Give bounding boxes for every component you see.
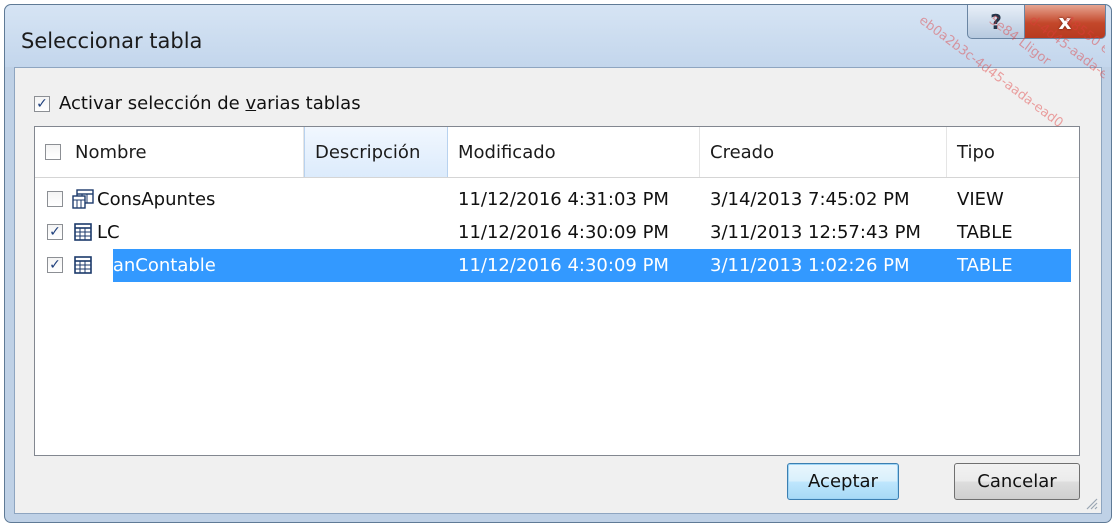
table-row[interactable]: ✓ LC 11/12/2016 4:30:09 PM 3/11/2013 12:… — [35, 216, 1079, 249]
row-modified: 11/12/2016 4:31:03 PM — [458, 189, 669, 210]
table-row[interactable]: ConsApuntes 11/12/2016 4:31:03 PM 3/14/2… — [35, 183, 1079, 216]
row-created: 3/11/2013 12:57:43 PM — [710, 222, 921, 243]
select-all-checkbox[interactable] — [45, 144, 61, 160]
column-header-modified[interactable]: Modificado — [448, 127, 700, 177]
row-modified: 11/12/2016 4:30:09 PM — [458, 222, 669, 243]
resize-grip-icon[interactable] — [1084, 496, 1098, 510]
close-button[interactable]: x — [1024, 5, 1106, 39]
dialog-title: Seleccionar tabla — [21, 29, 203, 53]
column-header-name[interactable]: Nombre — [35, 127, 304, 177]
row-created: 3/11/2013 1:02:26 PM — [710, 255, 910, 276]
multi-select-option[interactable]: ✓ Activar selección de varias tablas — [34, 93, 361, 114]
list-header: Nombre Descripción Modificado Creado Tip… — [35, 127, 1079, 178]
ok-button[interactable]: Aceptar — [787, 463, 899, 500]
title-bar[interactable]: Seleccionar tabla ? x — [5, 5, 1111, 67]
cancel-button[interactable]: Cancelar — [954, 463, 1080, 500]
row-created: 3/14/2013 7:45:02 PM — [710, 189, 910, 210]
column-header-type[interactable]: Tipo — [947, 127, 1079, 177]
row-type: TABLE — [957, 255, 1013, 276]
dialog-window: Seleccionar tabla ? x ✓ Activar selecció… — [4, 4, 1112, 523]
row-type: TABLE — [957, 222, 1013, 243]
row-name: ConsApuntes — [97, 189, 216, 210]
row-checkbox[interactable] — [47, 191, 63, 207]
multi-select-checkbox[interactable]: ✓ — [34, 95, 50, 112]
column-header-description[interactable]: Descripción — [304, 127, 448, 177]
row-type: VIEW — [957, 189, 1004, 210]
row-checkbox[interactable]: ✓ — [47, 257, 63, 273]
help-button[interactable]: ? — [967, 5, 1025, 39]
table-icon — [74, 223, 92, 241]
view-icon — [72, 189, 94, 209]
table-row[interactable]: ✓ PlanContable 11/12/2016 4:30:09 PM 3/1… — [35, 249, 1079, 282]
row-checkbox[interactable]: ✓ — [47, 224, 63, 240]
row-name: LC — [97, 222, 120, 243]
row-name: PlanContable — [97, 255, 216, 276]
table-icon — [74, 256, 92, 274]
dialog-body: ✓ Activar selección de varias tablas Nom… — [14, 67, 1102, 514]
tables-list[interactable]: Nombre Descripción Modificado Creado Tip… — [34, 126, 1080, 456]
row-modified: 11/12/2016 4:30:09 PM — [458, 255, 669, 276]
column-header-created[interactable]: Creado — [700, 127, 947, 177]
multi-select-label: Activar selección de varias tablas — [59, 93, 361, 114]
